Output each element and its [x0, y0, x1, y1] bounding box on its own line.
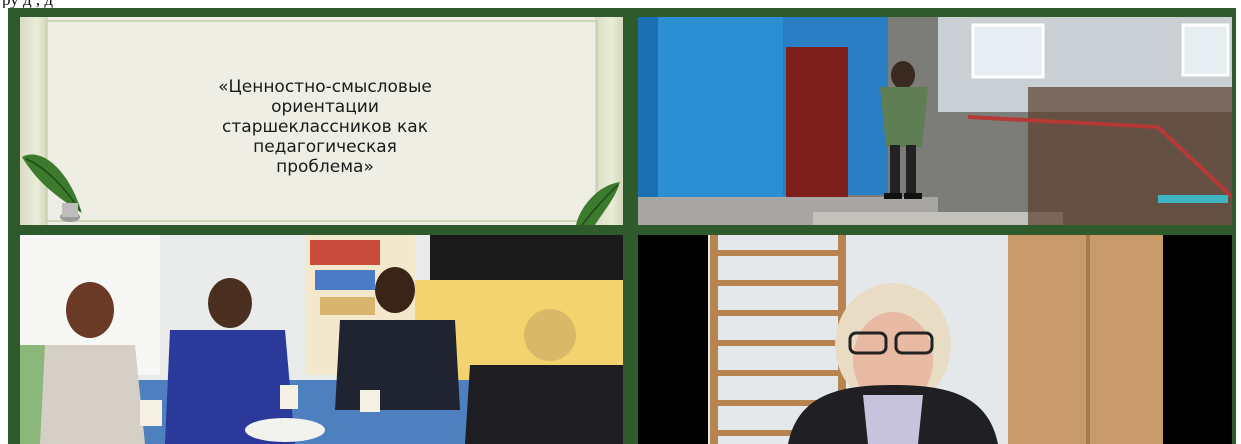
tile-video-outdoor-participant[interactable]	[638, 17, 1232, 225]
tile-video-classroom-group[interactable]	[20, 235, 623, 444]
inkwell-icon	[60, 203, 80, 222]
bookshelf	[310, 240, 380, 315]
video-frame-outdoor	[638, 17, 1232, 225]
cropped-top-text: ру д , д	[0, 0, 1241, 8]
slide-title: «Ценностно-смысловые ориентации старшекл…	[218, 77, 432, 177]
video-frame-webcam	[638, 235, 1232, 444]
tile-presentation-slide[interactable]: «Ценностно-смысловые ориентации старшекл…	[20, 17, 623, 225]
video-frame-classroom	[20, 235, 623, 444]
tile-video-webcam-participant[interactable]	[638, 235, 1232, 444]
video-conference-grid: «Ценностно-смысловые ориентации старшекл…	[8, 8, 1236, 444]
